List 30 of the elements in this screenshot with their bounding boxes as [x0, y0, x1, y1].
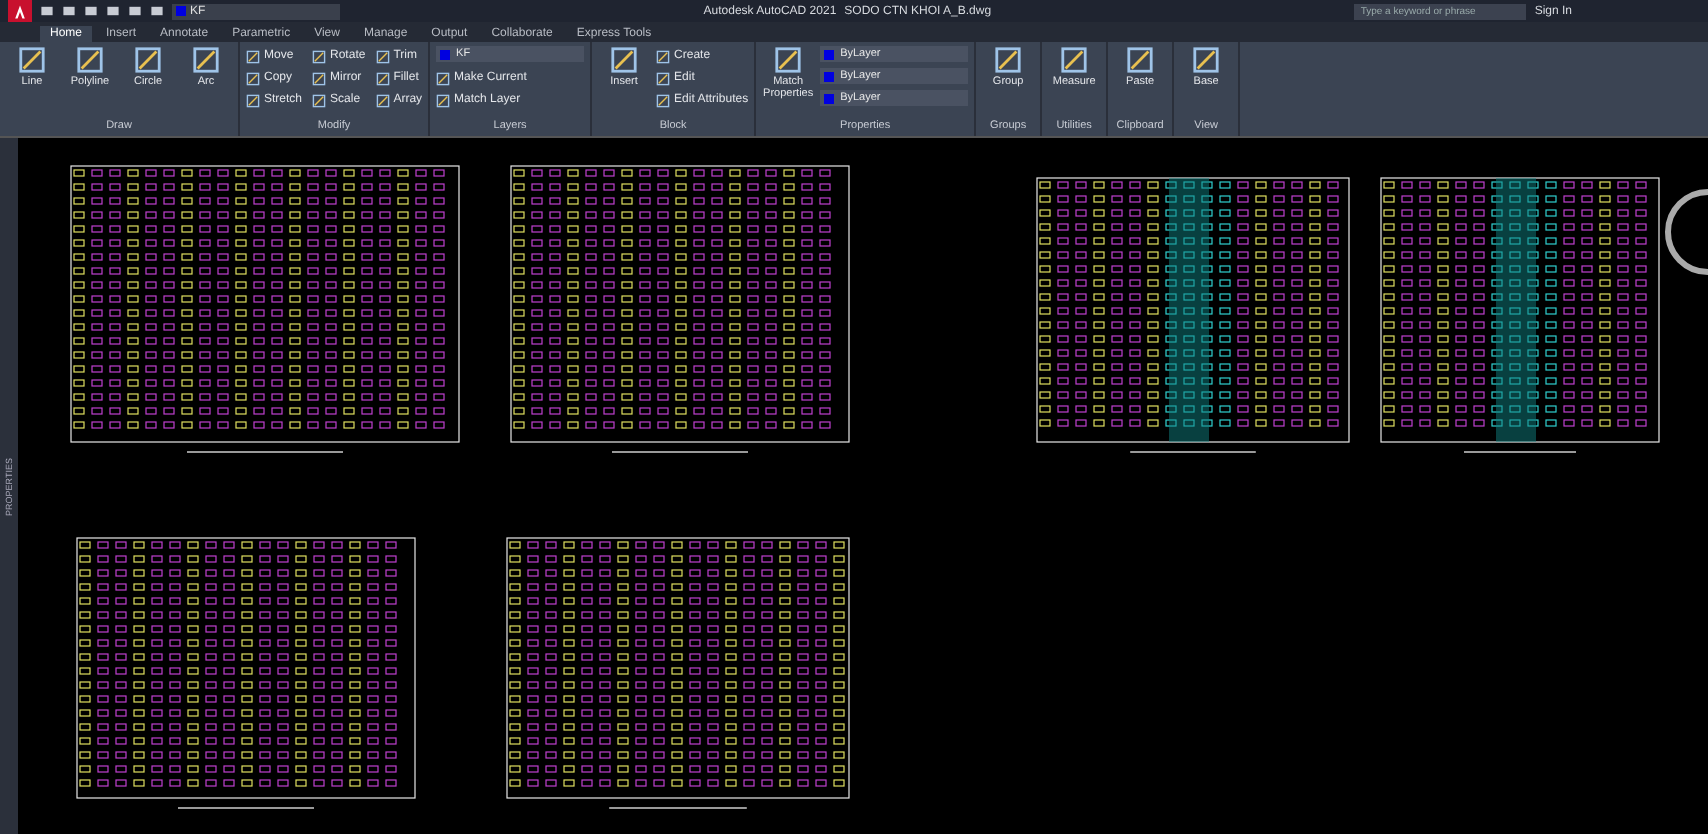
tool-icon	[134, 46, 162, 74]
tool-icon	[656, 49, 671, 63]
tool-icon	[375, 71, 390, 85]
swatch-icon	[824, 93, 835, 103]
tool-icon	[246, 93, 260, 107]
tool-icon	[375, 49, 390, 63]
tool-icon	[246, 49, 260, 63]
tool-icon	[656, 71, 671, 85]
swatch-icon	[824, 49, 835, 59]
tool-icon	[312, 93, 327, 107]
tool-icon	[656, 93, 671, 107]
tool-icon	[312, 71, 327, 85]
tool-icon	[436, 71, 451, 85]
swatch-icon	[440, 49, 451, 59]
tool-icon	[375, 93, 390, 107]
app-logo-icon[interactable]	[8, 0, 32, 22]
tool-icon	[610, 46, 639, 74]
swatch-icon	[824, 71, 835, 81]
tool-icon	[312, 49, 327, 63]
tool-icon	[192, 46, 220, 74]
tool-icon	[76, 46, 104, 74]
tool-icon	[774, 46, 803, 74]
tool-icon	[1060, 46, 1089, 74]
tool-icon	[246, 71, 260, 85]
tool-icon	[994, 46, 1023, 74]
tool-icon	[18, 46, 46, 74]
tool-icon	[436, 93, 451, 107]
tool-icon	[1192, 46, 1221, 74]
swatch-icon	[176, 6, 186, 16]
tool-icon	[1126, 46, 1155, 74]
